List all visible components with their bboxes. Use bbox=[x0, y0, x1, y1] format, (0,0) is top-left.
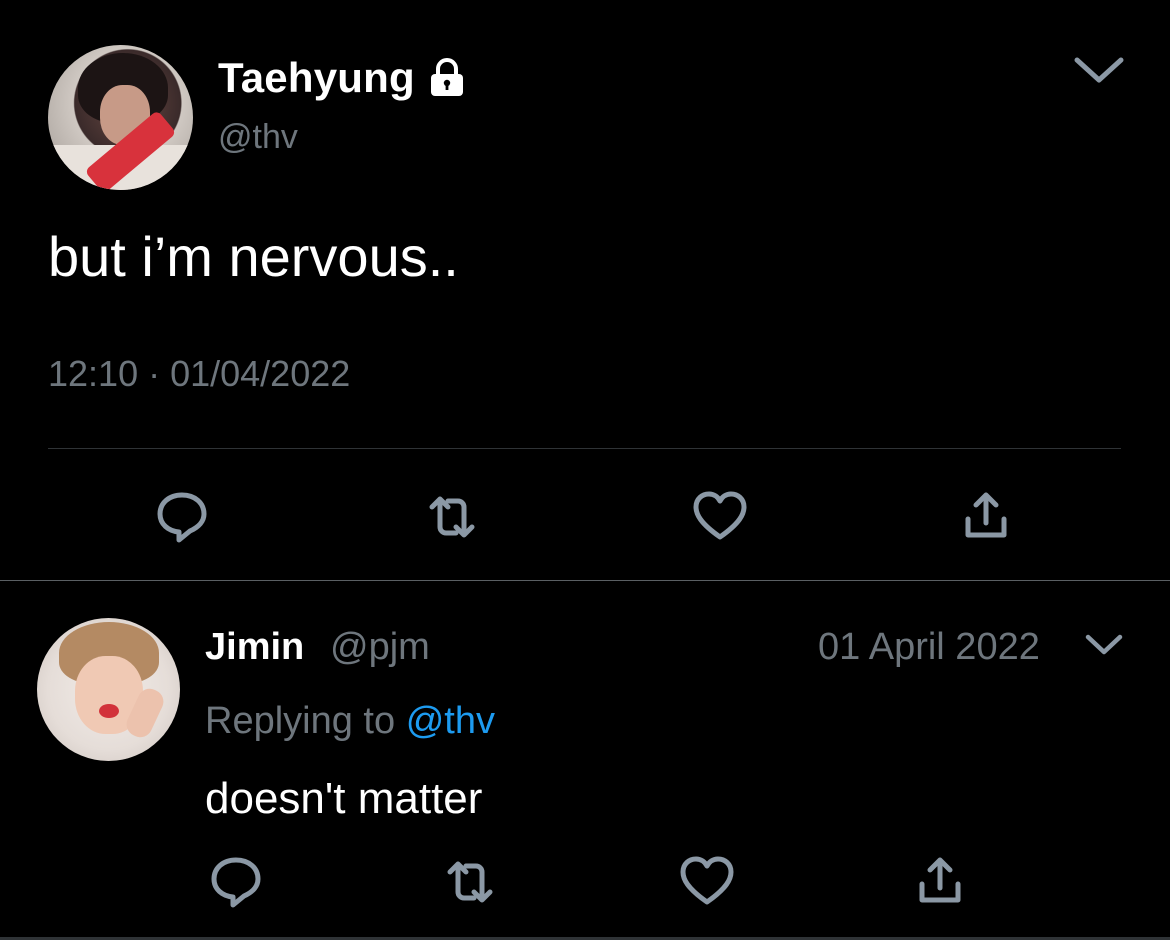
share-button[interactable] bbox=[956, 487, 1016, 547]
retweet-button[interactable] bbox=[422, 487, 482, 547]
chevron-down-icon[interactable] bbox=[1073, 52, 1125, 88]
reply-icon bbox=[157, 492, 207, 543]
reply-button[interactable] bbox=[152, 487, 212, 547]
retweet-icon bbox=[447, 861, 493, 903]
like-button[interactable] bbox=[690, 487, 750, 547]
retweet-icon bbox=[429, 496, 475, 538]
reply-date[interactable]: 01 April 2022 bbox=[818, 624, 1040, 670]
author-handle[interactable]: @thv bbox=[218, 116, 298, 158]
retweet-button[interactable] bbox=[440, 852, 500, 912]
like-button[interactable] bbox=[677, 852, 737, 912]
share-icon bbox=[919, 857, 961, 903]
tweet-text: but i’m nervous.. bbox=[48, 225, 459, 288]
reply-author-handle[interactable]: @pjm bbox=[330, 624, 430, 670]
avatar-taehyung[interactable] bbox=[48, 45, 193, 190]
divider bbox=[48, 448, 1121, 449]
heart-icon bbox=[680, 856, 734, 905]
tweet-separator bbox=[0, 580, 1170, 581]
replying-label: Replying to bbox=[205, 700, 396, 742]
reply-button[interactable] bbox=[206, 852, 266, 912]
reply-icon bbox=[211, 857, 261, 908]
reply-text: doesn't matter bbox=[205, 774, 483, 823]
chevron-down-icon[interactable] bbox=[1084, 630, 1124, 660]
reply-author-name[interactable]: Jimin bbox=[205, 624, 304, 670]
replying-to: Replying to @thv bbox=[205, 698, 495, 744]
share-icon bbox=[965, 492, 1007, 538]
lock-icon bbox=[431, 58, 463, 96]
author-name[interactable]: Taehyung bbox=[218, 53, 415, 103]
share-button[interactable] bbox=[910, 852, 970, 912]
avatar-jimin[interactable] bbox=[37, 618, 180, 761]
tweet-timestamp[interactable]: 12:10 · 01/04/2022 bbox=[48, 352, 350, 396]
replying-mention-link[interactable]: @thv bbox=[406, 700, 495, 742]
heart-icon bbox=[693, 491, 747, 540]
